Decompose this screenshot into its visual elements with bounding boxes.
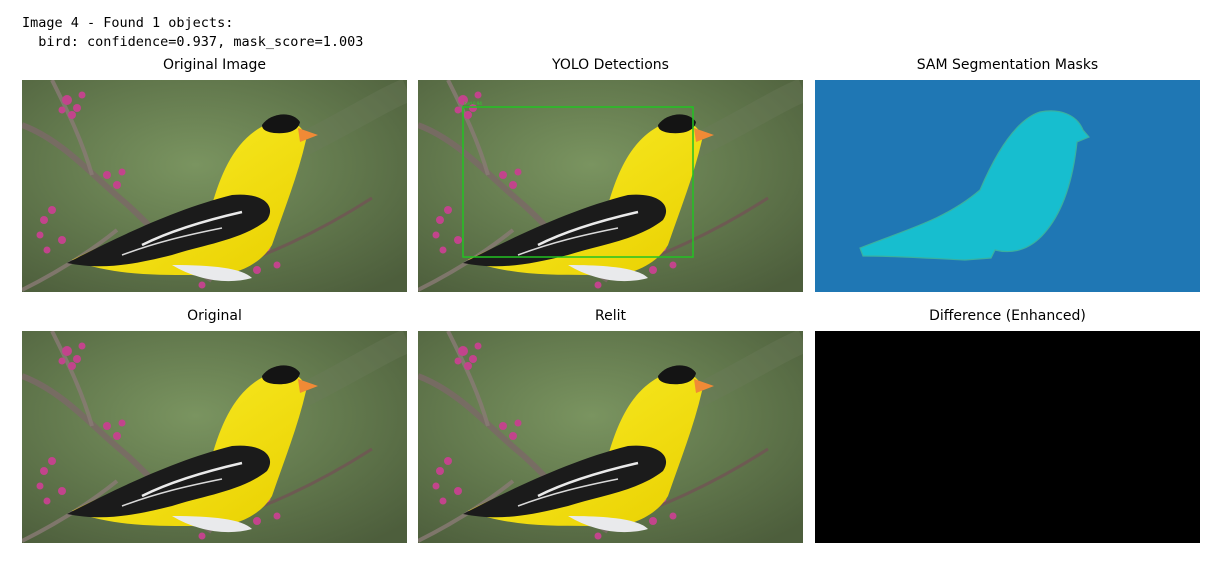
panel-title: Original Image [162, 57, 267, 73]
panel-title: Difference (Enhanced) [929, 308, 1086, 324]
relit-image [418, 331, 803, 543]
panel-title: SAM Segmentation Masks [916, 57, 1099, 73]
results-figure: Original Image YOLO Detections bird 0.94… [0, 56, 1231, 556]
output-line-summary: Image 4 - Found 1 objects: [22, 15, 234, 31]
original-image [22, 80, 407, 292]
panel-title: YOLO Detections [552, 57, 669, 73]
difference-image [815, 331, 1200, 543]
cell-output-text: Image 4 - Found 1 objects: bird: confide… [22, 14, 363, 52]
panel-title: Relit [595, 308, 626, 324]
output-line-detection: bird: confidence=0.937, mask_score=1.003 [22, 34, 364, 50]
sam-mask-image [815, 80, 1200, 292]
original-image [22, 331, 407, 543]
yolo-detection-image: bird 0.94 [418, 80, 803, 292]
panel-title: Original [187, 308, 242, 324]
detection-label: bird 0.94 [464, 101, 482, 106]
